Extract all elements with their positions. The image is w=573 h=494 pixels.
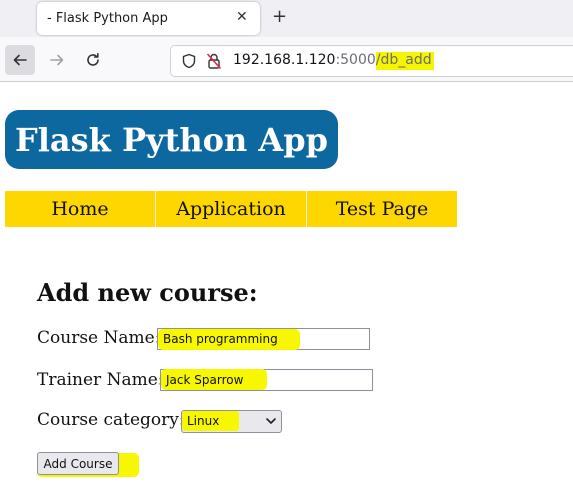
reload-icon xyxy=(87,53,99,66)
menu-item-application[interactable]: Application xyxy=(156,191,307,227)
category-value: Linux xyxy=(187,414,220,428)
forward-button[interactable] xyxy=(42,45,72,75)
menu-item-test-page[interactable]: Test Page xyxy=(307,191,457,227)
forward-arrow-icon xyxy=(50,54,64,66)
close-tab-icon[interactable]: ✕ xyxy=(236,9,248,25)
add-course-button[interactable]: Add Course xyxy=(37,452,119,475)
form-heading: Add new course: xyxy=(37,278,258,307)
course-category-select[interactable]: Linux xyxy=(181,410,282,433)
url-text[interactable]: 192.168.1.120:5000/db_add xyxy=(233,52,434,70)
course-name-value[interactable]: Bash programming xyxy=(163,332,278,346)
shield-icon[interactable] xyxy=(181,53,197,69)
course-name-label: Course Name: xyxy=(37,328,161,348)
insecure-lock-icon[interactable] xyxy=(206,52,222,70)
chevron-down-icon xyxy=(266,418,276,424)
new-tab-icon[interactable]: + xyxy=(272,6,287,27)
course-category-label: Course category: xyxy=(37,410,185,430)
trainer-name-label: Trainer Name: xyxy=(37,370,164,390)
reload-button[interactable] xyxy=(78,45,108,75)
main-menu: Home Application Test Page xyxy=(5,191,457,227)
tab-bar: - Flask Python App ✕ + xyxy=(0,0,573,37)
url-host: 192.168.1.120 xyxy=(233,52,336,68)
browser-tab[interactable]: - Flask Python App ✕ xyxy=(37,2,260,35)
back-arrow-icon xyxy=(13,54,27,66)
site-brand: Flask Python App xyxy=(5,110,338,169)
url-port: :5000 xyxy=(335,52,376,68)
back-button[interactable] xyxy=(5,45,35,75)
address-bar[interactable]: 192.168.1.120:5000/db_add xyxy=(170,45,573,77)
navigation-toolbar: 192.168.1.120:5000/db_add xyxy=(0,37,573,82)
tab-title: - Flask Python App xyxy=(47,11,168,26)
url-path: /db_add xyxy=(375,52,434,70)
menu-item-home[interactable]: Home xyxy=(5,191,156,227)
trainer-name-value[interactable]: Jack Sparrow xyxy=(166,373,243,387)
